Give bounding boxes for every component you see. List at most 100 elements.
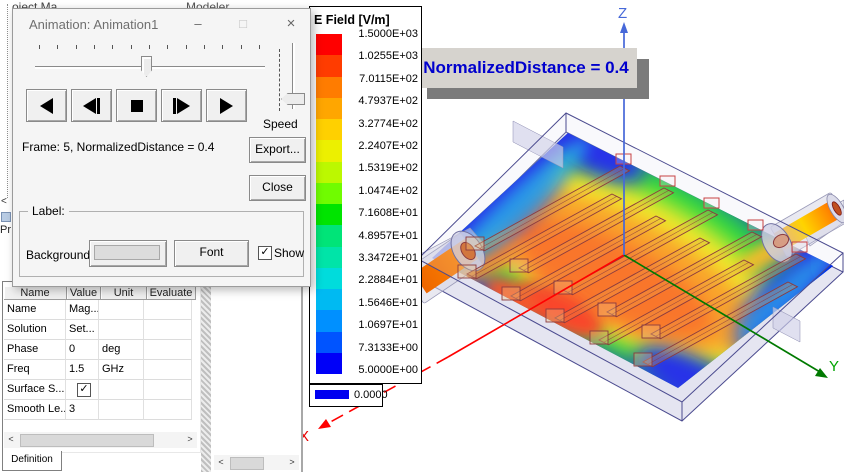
bar-triangle-right-icon — [177, 98, 190, 114]
property-name: Smooth Le... — [4, 400, 66, 420]
legend-value: 1.0255E+03 — [342, 50, 418, 63]
property-cell[interactable]: deg — [99, 340, 144, 360]
minimize-button[interactable]: – — [185, 14, 211, 33]
legend-value: 1.5319E+02 — [342, 162, 418, 175]
property-cell[interactable]: 3 — [66, 400, 99, 420]
export-button[interactable]: Export... — [249, 137, 306, 163]
legend-value: 4.8957E+01 — [342, 230, 418, 243]
dock-divider — [7, 4, 8, 198]
legend-value: 2.2407E+02 — [342, 140, 418, 153]
column-header[interactable]: Value — [67, 286, 101, 300]
tab-definition[interactable]: Definition — [2, 451, 62, 471]
speed-label: Speed — [263, 117, 298, 131]
step-back-button[interactable] — [71, 89, 112, 122]
play-reverse-button[interactable] — [26, 89, 67, 122]
column-header[interactable]: Name — [4, 286, 67, 300]
axis-y-label: Y — [829, 358, 839, 375]
column-header[interactable]: Evaluate — [147, 286, 196, 300]
property-name: Solution — [4, 320, 66, 340]
show-checkbox[interactable]: ✓ — [258, 246, 272, 260]
legend-value: 4.7937E+02 — [342, 95, 418, 108]
project-tab-fragment: Pr — [0, 224, 12, 236]
triangle-right-icon — [220, 98, 233, 114]
property-cell[interactable] — [144, 300, 192, 320]
legend-value: 1.5646E+01 — [342, 297, 418, 310]
stop-button[interactable] — [116, 89, 157, 122]
dialog-title: Animation: Animation1 — [29, 17, 158, 32]
view-divider[interactable] — [301, 285, 303, 472]
legend-values: 1.5000E+031.0255E+037.0115E+024.7937E+02… — [310, 7, 421, 383]
label-group-box: Label: Background: Font ✓ Show — [19, 211, 304, 277]
legend-value: 2.2884E+01 — [342, 274, 418, 287]
scroll-right-icon[interactable]: > — [285, 455, 299, 470]
property-cell[interactable] — [144, 340, 192, 360]
table-row: NameMag... — [4, 300, 192, 320]
axis-z-label: Z — [618, 5, 627, 22]
property-cell[interactable] — [99, 320, 144, 340]
value-checkbox[interactable]: ✓ — [77, 383, 91, 397]
properties-rows: NameMag...SolutionSet...Phase0degFreq1.5… — [4, 300, 192, 420]
scroll-right-icon[interactable]: > — [183, 432, 197, 448]
scroll-left-icon[interactable]: < — [4, 432, 18, 448]
side-hscrollbar[interactable]: < > — [214, 455, 299, 470]
property-cell[interactable] — [144, 380, 192, 400]
speed-slider-thumb[interactable] — [281, 93, 305, 105]
close-icon[interactable]: × — [278, 14, 304, 33]
legend-value: 7.1608E+01 — [342, 207, 418, 220]
play-forward-button[interactable] — [206, 89, 247, 122]
zero-value: 0.0000 — [354, 389, 388, 401]
tab-scroll-left-icon[interactable]: < — [1, 196, 7, 207]
triangle-left-bar-icon — [97, 98, 100, 114]
property-cell[interactable]: Set... — [66, 320, 99, 340]
column-header[interactable]: Unit — [101, 286, 147, 300]
properties-header: NameValueUnitEvaluate — [4, 286, 196, 300]
property-cell[interactable] — [144, 320, 192, 340]
property-cell[interactable] — [99, 400, 144, 420]
table-row: Surface S...✓ — [4, 380, 192, 400]
field-legend: E Field [V/m] 1.5000E+031.0255E+037.0115… — [309, 6, 422, 384]
distance-overlay-label: NormalizedDistance = 0.4 — [415, 48, 637, 88]
property-cell[interactable] — [144, 360, 192, 380]
bar-triangle-right-icon — [173, 98, 176, 114]
background-label: Background: — [26, 248, 93, 262]
property-name: Name — [4, 300, 66, 320]
property-cell[interactable] — [99, 300, 144, 320]
legend-value: 1.0474E+02 — [342, 185, 418, 198]
property-cell[interactable]: ✓ — [66, 380, 99, 400]
label-group-title: Label: — [28, 204, 69, 218]
speed-slider-ticks — [279, 49, 280, 111]
frame-slider-thumb[interactable] — [141, 56, 152, 77]
side-pane: < > — [212, 285, 301, 472]
panel-splitter[interactable] — [201, 281, 211, 472]
menubar-fragment: Modeler — [186, 0, 306, 8]
table-row: Phase0deg — [4, 340, 192, 360]
maximize-button[interactable]: □ — [230, 14, 256, 33]
legend-value: 3.2774E+02 — [342, 118, 418, 131]
step-forward-button[interactable] — [161, 89, 202, 122]
background-color-button[interactable] — [89, 240, 167, 267]
legend-value: 3.3472E+01 — [342, 252, 418, 265]
property-name: Freq — [4, 360, 66, 380]
scroll-thumb[interactable] — [20, 434, 154, 447]
scroll-left-icon[interactable]: < — [214, 455, 228, 470]
properties-hscrollbar[interactable]: < > — [4, 432, 197, 448]
property-cell[interactable]: Mag... — [66, 300, 99, 320]
close-button[interactable]: Close — [249, 175, 306, 201]
table-row: SolutionSet... — [4, 320, 192, 340]
square-icon — [131, 100, 143, 112]
legend-zero-entry: 0.0000 — [309, 384, 383, 407]
table-row: Smooth Le...3 — [4, 400, 192, 420]
property-cell[interactable]: GHz — [99, 360, 144, 380]
dock-strip: < Pr — [0, 0, 12, 277]
frame-status-text: Frame: 5, NormalizedDistance = 0.4 — [22, 140, 214, 154]
property-cell[interactable]: 0 — [66, 340, 99, 360]
property-cell[interactable] — [99, 380, 144, 400]
triangle-left-icon — [40, 98, 53, 114]
font-button[interactable]: Font — [174, 240, 249, 267]
project-icon — [1, 212, 11, 222]
property-cell[interactable]: 1.5 — [66, 360, 99, 380]
background-color-swatch — [94, 245, 160, 260]
property-cell[interactable] — [144, 400, 192, 420]
scroll-thumb[interactable] — [230, 457, 264, 470]
legend-value: 7.0115E+02 — [342, 73, 418, 86]
